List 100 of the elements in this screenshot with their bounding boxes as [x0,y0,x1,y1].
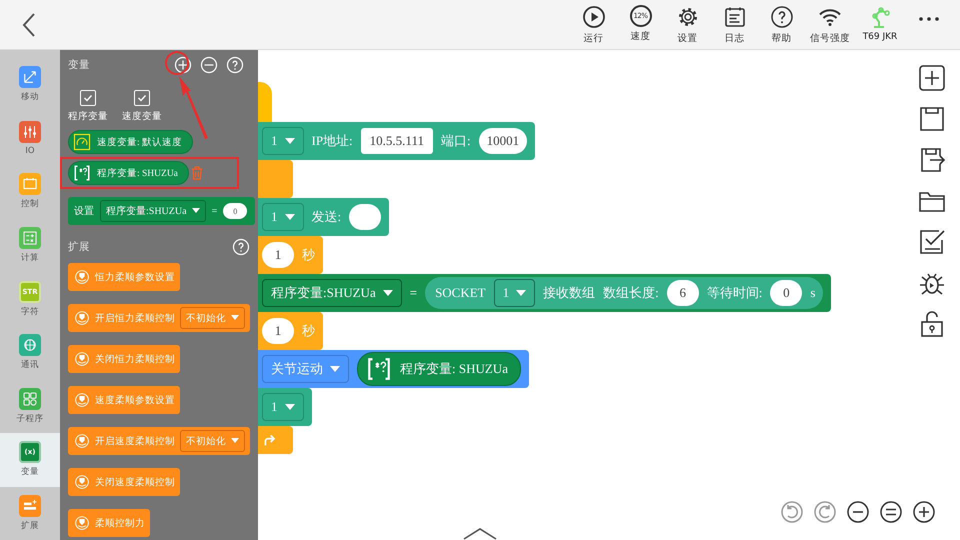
undo-icon[interactable] [780,500,804,524]
value-field[interactable]: 0 [223,203,248,219]
code-block[interactable]: 1 秒 [258,236,323,274]
variable-block[interactable]: 速度变量: 默认速度 [68,130,194,154]
text-field[interactable]: 10.5.5.111 [360,128,433,154]
block-label: 数组长度: [603,284,659,302]
dropdown[interactable]: 1 [262,393,304,421]
category-tab[interactable]: 控制 [0,165,60,219]
help-icon[interactable] [226,56,244,74]
block-label: IP地址: [312,132,353,150]
dropdown-label: 1 [271,133,278,149]
caret-icon [330,366,340,372]
checkbox-label: 程序变量 [68,110,108,123]
dropdown-label: 不初始化 [186,312,226,324]
remove-icon[interactable] [200,56,218,74]
category-tab[interactable]: 移动 [0,58,60,112]
return-arrow-icon [262,432,278,448]
zoom-out-icon[interactable] [846,500,870,524]
dropdown-label: 程序变量:SHUZUa [271,284,376,302]
export-icon[interactable] [918,146,946,174]
block-label: SOCKET [435,285,486,301]
code-block[interactable]: 关节运动 程序变量: SHUZUa [258,350,529,388]
number-field[interactable]: 6 [666,280,699,306]
save-icon[interactable] [918,105,946,133]
code-block[interactable]: 1 [258,388,312,426]
force-sensor-icon [74,515,90,531]
play-icon [582,5,606,29]
category-tab[interactable]: 子程序 [0,379,60,433]
block-label: 接收数组 [543,284,596,302]
toolbar-button[interactable]: 设置 [664,3,711,46]
zoom-in-icon[interactable] [912,500,936,524]
caret-icon [516,290,526,296]
dropdown[interactable]: 1 [262,127,304,155]
section-title: 扩展 [68,240,90,254]
category-tab[interactable]: 扩展 [0,486,60,540]
help-icon[interactable] [232,238,250,256]
dropdown[interactable]: 关节运动 [262,355,349,383]
check-icon [83,93,93,103]
block-label: 开启恒力柔顺控制 [95,312,175,324]
set-variable-block[interactable]: 设置 程序变量:SHUZUa = 0 [68,197,256,225]
number-field[interactable]: 1 [262,242,294,268]
number-field[interactable] [349,204,382,230]
dropdown-label: 1 [271,209,278,225]
block-label: 设置 [74,204,94,218]
annotation-circle [165,51,189,75]
code-block[interactable]: 1 IP地址: 10.5.5.111 端口: 10001 [258,122,536,160]
number-field[interactable]: 10001 [478,128,528,154]
category-tab[interactable]: IO [0,112,60,166]
caret-icon [231,315,239,321]
help-icon [770,5,794,29]
code-block[interactable]: 1 发送: [258,198,390,236]
category-tab[interactable]: 通讯 [0,326,60,380]
block-label: 等待时间: [706,284,762,302]
reporter-block[interactable]: SOCKET 1 接收数组 数组长度: 6 等待时间: 0 s [425,277,824,309]
block-label: s [810,285,816,301]
code-block[interactable]: 1 秒 [258,312,323,350]
variable-dropdown[interactable]: 程序变量:SHUZUa [100,200,206,222]
block-label: 秒 [302,246,315,264]
variable-block[interactable]: 程序变量: SHUZUa [357,352,521,386]
force-sensor-icon [74,433,90,449]
dropdown-label: 1 [271,399,278,415]
toolbar-button[interactable]: 日志 [711,3,758,46]
more-icon [918,17,940,21]
lock-icon[interactable] [918,310,946,338]
checklist-icon[interactable] [918,228,946,256]
code-block[interactable]: 程序变量:SHUZUa = SOCKET 1 接收数组 数组长度: 6 等待时间: 0 s [258,274,832,312]
caret-icon [284,138,294,144]
checkbox[interactable] [80,90,96,106]
chevron-up-icon[interactable] [463,528,497,540]
dropdown-label: 不初始化 [186,434,226,448]
force-sensor-icon [74,269,90,285]
block-label: 速度柔顺参数设置 [95,394,175,406]
variable-label: 程序变量: SHUZUa [97,167,178,180]
variable-block[interactable]: 程序变量: SHUZUa [68,161,189,185]
dropdown[interactable]: 1 [494,279,536,307]
number-field[interactable]: 0 [770,280,802,306]
dropdown[interactable]: 程序变量:SHUZUa [262,279,402,307]
log-icon [722,5,746,29]
force-sensor-icon [74,351,90,367]
block-label: 发送: [312,208,342,226]
block-label: 关闭速度柔顺控制 [95,476,175,488]
block-label: = [410,285,418,301]
toolbar-button[interactable]: 运行 [570,3,617,46]
bracket-icon [73,164,91,182]
block-label: 开启速度柔顺控制 [95,434,175,448]
number-field[interactable]: 1 [262,318,294,344]
block-label: 柔顺控制力 [95,516,145,530]
redo-icon[interactable] [813,500,837,524]
caret-icon [284,404,294,410]
dropdown-label: 程序变量:SHUZUa [106,204,187,218]
caret-icon [284,214,294,220]
reset-zoom-icon[interactable] [879,500,903,524]
toolbar-button[interactable]: T69 JKR [855,3,905,43]
block-label: 秒 [302,322,315,340]
toolbar-button[interactable]: 帮助 [758,3,805,46]
toolbar-button[interactable]: 信号强度 [805,3,855,46]
checkbox[interactable] [134,90,150,106]
add-icon[interactable] [918,64,946,92]
category-tab[interactable]: 计算 [0,218,60,272]
dropdown[interactable]: 1 [262,203,304,231]
